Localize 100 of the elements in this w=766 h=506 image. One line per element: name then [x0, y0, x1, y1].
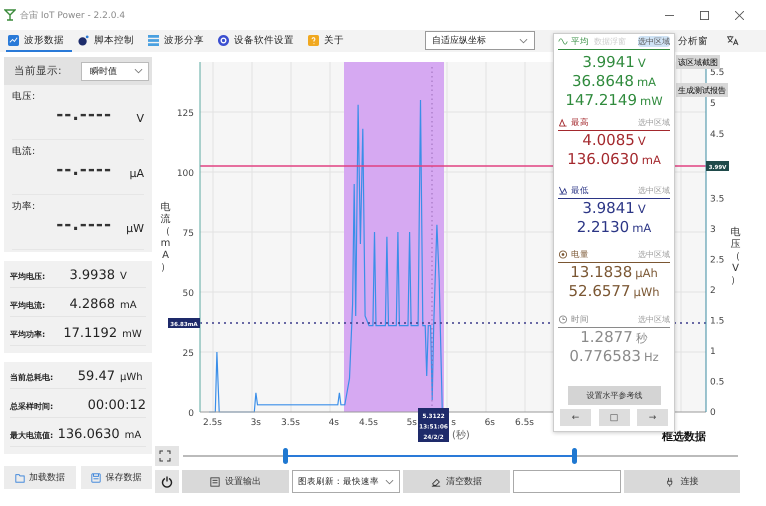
- panel-unit: V: [638, 134, 646, 148]
- y-tick-label: 25: [182, 349, 194, 359]
- set-reference-line-button[interactable]: 设置水平参考线: [568, 386, 661, 405]
- panel-value: 13.1838: [570, 263, 632, 281]
- tab[interactable]: 关于: [306, 30, 352, 52]
- eraser-icon: [431, 476, 441, 486]
- refresh-rate-select[interactable]: 图表刷新：最快速率: [292, 470, 400, 493]
- section-title: 时间: [571, 314, 589, 326]
- window-title: 合宙 IoT Power - 2.2.0.4: [20, 10, 126, 22]
- plug-icon: [666, 476, 676, 486]
- chevron-down-icon: [519, 38, 528, 44]
- reading-unit: μA: [128, 167, 144, 180]
- y2-tick-label: 3.5: [710, 194, 724, 204]
- clock-icon: [558, 315, 568, 324]
- input-field[interactable]: [513, 470, 621, 493]
- save-data-button[interactable]: 保存数据: [80, 466, 152, 489]
- slider-handle[interactable]: [282, 448, 288, 464]
- nav-button[interactable]: →: [637, 409, 668, 426]
- wave-icon: [558, 37, 568, 46]
- maximize-icon[interactable]: [700, 10, 709, 20]
- nav-button[interactable]: □: [598, 409, 630, 426]
- close-icon[interactable]: [735, 10, 744, 20]
- stat-value: 17.1192: [63, 326, 118, 342]
- app-logo-icon: [4, 9, 16, 21]
- panel-value: 2.2130: [576, 218, 630, 236]
- tab[interactable]: 波形数据: [6, 30, 72, 52]
- connect-button[interactable]: 连接: [624, 470, 740, 493]
- display-mode-select[interactable]: 瞬时值: [81, 62, 149, 80]
- stat-value: 00:00:12: [86, 398, 146, 413]
- y2-tick-label: 5: [710, 99, 716, 109]
- axis-mode-select[interactable]: 自适应纵坐标: [425, 31, 535, 50]
- display-icon: [210, 476, 220, 486]
- y2-tick-label: 1.5: [710, 316, 724, 326]
- reading-label: 功率:: [12, 200, 36, 213]
- stat-value: 59.47: [76, 368, 115, 384]
- range-slider[interactable]: [183, 448, 738, 464]
- stat-label: 当前总耗电:: [10, 372, 54, 383]
- x-tick-label: 3.5s: [280, 418, 300, 428]
- section-title: 平均: [571, 36, 589, 48]
- x-tick-label: 6s: [484, 418, 495, 428]
- power-button[interactable]: [155, 470, 179, 493]
- x-tick-label: 3s: [250, 418, 261, 428]
- load-data-button[interactable]: 加载数据: [4, 466, 76, 489]
- tab[interactable]: 脚本控制: [76, 30, 142, 52]
- report-button[interactable]: 生成测试报告: [676, 83, 728, 97]
- panel-unit: μAh: [635, 266, 658, 280]
- nav-button[interactable]: ←: [560, 409, 591, 426]
- tab[interactable]: 波形分享: [146, 30, 212, 52]
- reading-value: --.----: [56, 215, 112, 235]
- panel-unit: mA: [642, 153, 661, 167]
- stat-unit: mA: [124, 430, 142, 442]
- stat-unit: V: [120, 270, 128, 282]
- y-tick-label: 100: [176, 169, 194, 179]
- panel-value: 147.2149: [565, 91, 637, 109]
- panel-unit: mA: [632, 221, 652, 235]
- y2-axis-label: 电压（V）: [730, 227, 742, 287]
- reading-label: 电压:: [12, 90, 36, 103]
- stat-label: 平均电压:: [10, 270, 46, 282]
- analysis-window-toggle[interactable]: 分析窗: [678, 35, 708, 48]
- y-axis-label: 电流（mA）: [160, 202, 172, 274]
- y2-tick-label: 2.5: [710, 256, 724, 266]
- panel-value: 1.2877: [580, 328, 633, 346]
- slider-handle[interactable]: [572, 448, 577, 464]
- reading-value: --.----: [56, 105, 112, 125]
- panel-value: 3.9941: [582, 53, 635, 71]
- panel-unit: 秒: [636, 331, 648, 346]
- x-tick-label: 2.5s: [202, 418, 222, 428]
- panel-unit: V: [638, 202, 646, 216]
- fullscreen-button[interactable]: [155, 446, 179, 466]
- panel-value: 36.8648: [572, 72, 634, 90]
- panel-unit: mA: [636, 75, 656, 89]
- screenshot-button[interactable]: 该区域截图: [676, 55, 720, 69]
- scope-label: 选中区域: [638, 249, 670, 260]
- panel-unit: V: [638, 56, 646, 70]
- chevron-down-icon: [385, 478, 394, 484]
- list-icon: [148, 34, 159, 46]
- panel-unit: μWh: [634, 285, 660, 299]
- panel-value: 136.0630: [567, 150, 639, 168]
- chart-icon: [8, 34, 19, 46]
- clear-data-button[interactable]: 清空数据: [403, 470, 510, 493]
- panel-value: 0.776583: [569, 347, 641, 365]
- x-tick-label: 4s: [328, 418, 339, 428]
- x-tick-label: 6.5s: [514, 418, 534, 428]
- help-icon: [308, 34, 319, 46]
- chevron-down-icon: [134, 68, 143, 74]
- set-output-button[interactable]: 设置输出: [182, 470, 289, 493]
- y2-tick-label: 0.5: [710, 378, 724, 388]
- stat-label: 平均功率:: [10, 329, 46, 340]
- translate-icon[interactable]: [726, 35, 739, 46]
- stat-label: 总采样时间:: [10, 400, 54, 412]
- power-icon: [161, 476, 173, 488]
- tab[interactable]: 设备软件设置: [216, 30, 302, 52]
- stat-unit: mA: [120, 300, 138, 311]
- stat-value: 3.9938: [68, 268, 115, 283]
- y-tick-label: 125: [176, 109, 194, 119]
- display-label: 当前显示:: [14, 64, 62, 78]
- reading-value: --.----: [56, 160, 112, 180]
- stat-value: 4.2868: [68, 296, 115, 312]
- panel-unit: mW: [640, 94, 663, 108]
- peak-icon: [558, 118, 568, 127]
